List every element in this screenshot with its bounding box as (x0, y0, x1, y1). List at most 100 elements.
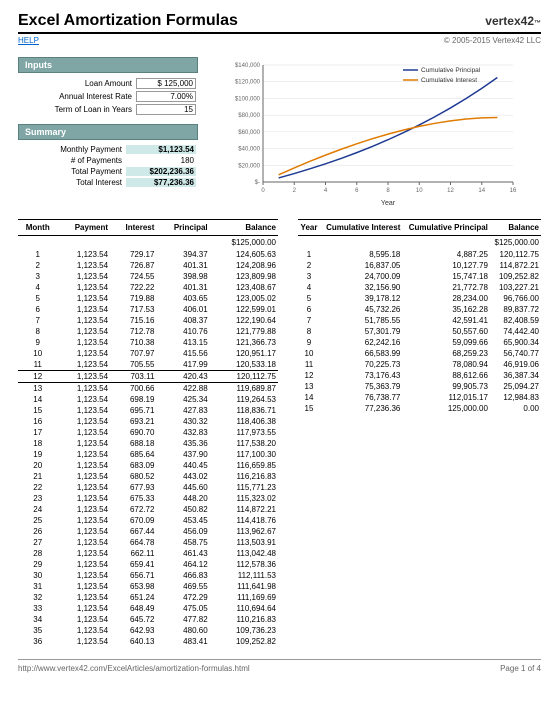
yearly-th: Cumulative Interest (320, 220, 402, 236)
table-row: 191,123.54685.64437.90117,100.30 (18, 449, 278, 460)
loan-amount-row: Loan Amount $ 125,000 (18, 77, 198, 90)
svg-text:Year: Year (381, 200, 396, 207)
table-row: 857,301.7950,557.6074,442.40 (298, 326, 541, 337)
logo: vertex42™ (485, 14, 541, 28)
num-payments-row: # of Payments 180 (18, 155, 198, 166)
total-payment-value: $202,236.36 (126, 167, 196, 176)
yearly-th: Cumulative Principal (402, 220, 490, 236)
table-row: 21,123.54726.87401.31124,208.96 (18, 260, 278, 271)
svg-text:4: 4 (324, 188, 328, 194)
summary-header: Summary (18, 124, 198, 140)
table-row: 181,123.54688.18435.36117,538.20 (18, 438, 278, 449)
inputs-header: Inputs (18, 57, 198, 73)
rate-label: Annual Interest Rate (20, 92, 136, 101)
table-row: 151,123.54695.71427.83118,836.71 (18, 405, 278, 416)
table-row: 432,156.9021,772.78103,227.21 (298, 282, 541, 293)
chart-series (279, 117, 498, 174)
chart-panel: $-$20,000$40,000$60,000$80,000$100,000$1… (218, 57, 541, 207)
table-row: 171,123.54690.70432.83117,973.55 (18, 427, 278, 438)
monthly-payment-row: Monthly Payment $1,123.54 (18, 144, 198, 155)
chart-series (279, 78, 498, 178)
table-row: 324,700.0915,747.18109,252.82 (298, 271, 541, 282)
table-row: 231,123.54675.33448.20115,323.02 (18, 493, 278, 504)
table-row: 539,178.1228,234.0096,766.00 (298, 293, 541, 304)
table-row: 201,123.54683.09440.45116,659.85 (18, 460, 278, 471)
table-row: 271,123.54664.78458.75113,503.91 (18, 537, 278, 548)
table-row: 251,123.54670.09453.45114,418.76 (18, 515, 278, 526)
monthly-th: Payment (57, 220, 110, 236)
total-interest-row: Total Interest $77,236.36 (18, 177, 198, 188)
table-row: 281,123.54662.11461.43113,042.48 (18, 548, 278, 559)
num-payments-label: # of Payments (20, 156, 126, 165)
table-row: 161,123.54693.21430.32118,406.38 (18, 416, 278, 427)
monthly-th: Month (18, 220, 57, 236)
table-row: 131,123.54700.66422.88119,689.87 (18, 383, 278, 395)
svg-text:14: 14 (478, 188, 485, 194)
chart-svg: $-$20,000$40,000$60,000$80,000$100,000$1… (218, 57, 518, 207)
rate-row: Annual Interest Rate 7.00% (18, 90, 198, 103)
footer-url: http://www.vertex42.com/ExcelArticles/am… (18, 664, 250, 673)
table-row: 311,123.54653.98469.55111,641.98 (18, 581, 278, 592)
total-payment-label: Total Payment (20, 167, 126, 176)
num-payments-value: 180 (126, 156, 196, 165)
footer: http://www.vertex42.com/ExcelArticles/am… (18, 659, 541, 673)
table-row: 111,123.54705.55417.99120,533.18 (18, 359, 278, 371)
term-value[interactable]: 15 (136, 104, 196, 115)
table-row: 962,242.1659,099.6665,900.34 (298, 337, 541, 348)
rate-value[interactable]: 7.00% (136, 91, 196, 102)
table-row: 331,123.54648.49475.05110,694.64 (18, 603, 278, 614)
table-row: 221,123.54677.93445.60115,771.23 (18, 482, 278, 493)
monthly-table-container: MonthPaymentInterestPrincipalBalance$125… (18, 219, 278, 647)
table-row: 241,123.54672.72450.82114,872.21 (18, 504, 278, 515)
table-row: 141,123.54698.19425.34119,264.53 (18, 394, 278, 405)
yearly-table: YearCumulative InterestCumulative Princi… (298, 219, 541, 414)
svg-text:16: 16 (510, 188, 517, 194)
term-row: Term of Loan in Years 15 (18, 103, 198, 116)
total-interest-value: $77,236.36 (126, 178, 196, 187)
footer-page: Page 1 of 4 (500, 664, 541, 673)
table-row: 751,785.5542,591.4182,408.59 (298, 315, 541, 326)
copyright: © 2005-2015 Vertex42 LLC (444, 36, 541, 45)
table-row: 1273,176.4388,612.6636,387.34 (298, 370, 541, 381)
total-payment-row: Total Payment $202,236.36 (18, 166, 198, 177)
monthly-table: MonthPaymentInterestPrincipalBalance$125… (18, 219, 278, 647)
svg-text:$40,000: $40,000 (238, 147, 260, 153)
monthly-payment-value: $1,123.54 (126, 145, 196, 154)
help-link[interactable]: HELP (18, 36, 39, 45)
table-row: 101,123.54707.97415.56120,951.17 (18, 348, 278, 359)
yearly-th: Balance (490, 220, 541, 236)
table-row: $125,000.00 (18, 236, 278, 250)
svg-text:0: 0 (261, 188, 265, 194)
svg-text:10: 10 (416, 188, 423, 194)
monthly-th: Principal (156, 220, 209, 236)
table-row: 61,123.54717.53406.01122,599.01 (18, 304, 278, 315)
table-row: 1066,583.9968,259.2356,740.77 (298, 348, 541, 359)
monthly-th: Interest (110, 220, 156, 236)
table-row: 645,732.2635,162.2889,837.72 (298, 304, 541, 315)
left-panel: Inputs Loan Amount $ 125,000 Annual Inte… (18, 57, 198, 207)
table-row: 1375,363.7999,905.7325,094.27 (298, 381, 541, 392)
svg-text:$20,000: $20,000 (238, 163, 260, 169)
table-row: 361,123.54640.13483.41109,252.82 (18, 636, 278, 647)
svg-text:8: 8 (386, 188, 390, 194)
table-row: 261,123.54667.44456.09113,962.67 (18, 526, 278, 537)
loan-amount-value[interactable]: $ 125,000 (136, 78, 196, 89)
header: Excel Amortization Formulas vertex42™ (18, 12, 541, 34)
svg-text:$140,000: $140,000 (235, 63, 261, 69)
svg-text:$-: $- (255, 180, 260, 186)
table-row: 18,595.184,887.25120,112.75 (298, 249, 541, 260)
svg-text:6: 6 (355, 188, 359, 194)
chart: $-$20,000$40,000$60,000$80,000$100,000$1… (218, 57, 541, 207)
table-row: 1577,236.36125,000.000.00 (298, 403, 541, 414)
table-row: 341,123.54645.72477.82110,216.83 (18, 614, 278, 625)
yearly-table-container: YearCumulative InterestCumulative Princi… (298, 219, 541, 647)
subheader: HELP © 2005-2015 Vertex42 LLC (18, 36, 541, 45)
table-row: 211,123.54680.52443.02116,216.83 (18, 471, 278, 482)
table-row: 31,123.54724.55398.98123,809.98 (18, 271, 278, 282)
page-title: Excel Amortization Formulas (18, 12, 238, 30)
table-row: 81,123.54712.78410.76121,779.88 (18, 326, 278, 337)
table-row: 321,123.54651.24472.29111,169.69 (18, 592, 278, 603)
table-row: 1476,738.77112,015.1712,984.83 (298, 392, 541, 403)
yearly-th: Year (298, 220, 320, 236)
table-row: 41,123.54722.22401.31123,408.67 (18, 282, 278, 293)
